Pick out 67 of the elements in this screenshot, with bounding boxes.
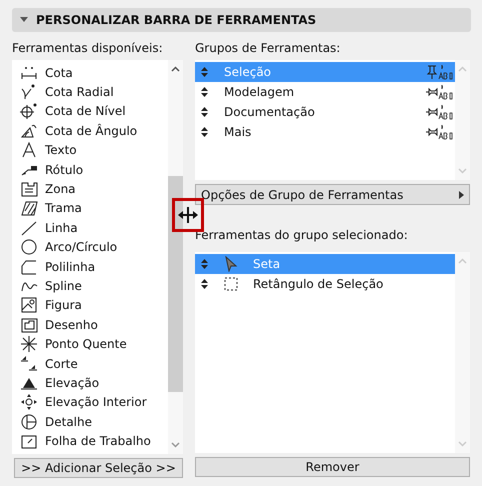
section-mark-icon [20,354,38,373]
tool-item[interactable]: Polilinha [45,258,96,276]
tool-item[interactable]: Zona [45,180,76,198]
tool-item[interactable]: Rótulo [45,160,84,179]
pointer-arrow-icon [224,256,238,272]
circle-icon [20,238,38,256]
tool-item[interactable]: Spline [45,276,82,295]
tool-item[interactable]: Detalhe [45,412,92,431]
tool-item[interactable]: Cota de Nível [45,102,126,120]
tool-item[interactable]: Cota Radial [45,83,114,102]
unpinned-icon[interactable] [425,84,453,100]
expand-arrow-icon[interactable] [20,17,28,23]
section-header[interactable]: PERSONALIZAR BARRA DE FERRAMENTAS [12,8,471,32]
letter-a-icon [20,141,38,160]
list-label: Ferramentas disponíveis: [12,40,164,56]
list-label: Grupos de Ferramentas: [195,40,342,56]
group-label: Seleção [224,64,272,81]
reorder-handle-icon[interactable] [201,259,208,269]
zone-stamp-icon [20,180,38,198]
tool-label: Seta [253,256,280,273]
figure-icon [20,296,38,314]
group-label: Modelagem [224,84,296,101]
tool-item[interactable]: Ponto Quente [45,335,127,354]
asterisk-icon [20,335,38,354]
group-options-bar[interactable]: Opções de Grupo de Ferramentas [195,184,470,205]
tool-item[interactable]: Figura [45,296,82,314]
tool-item[interactable]: Texto [45,141,77,160]
scrollbar[interactable] [168,60,183,454]
scroll-down-icon[interactable] [171,442,180,448]
detail-circle-icon [20,412,38,431]
tool-item[interactable]: Folha de Trabalho [45,432,151,450]
drawing-icon [20,316,38,334]
unpinned-icon[interactable] [425,124,453,140]
options-label: Opções de Grupo de Ferramentas [201,186,404,204]
tool-item[interactable]: Desenho [45,316,98,334]
group-label: Mais [224,124,252,141]
reorder-handle-icon[interactable] [201,87,208,97]
hatch-icon [20,199,38,218]
reorder-handle-icon[interactable] [201,107,208,117]
interior-elevation-icon [20,393,38,412]
unpinned-icon[interactable] [425,104,453,120]
reorder-handle-icon[interactable] [201,67,208,77]
tool-item[interactable]: Trama [45,199,82,218]
dashed-rectangle-icon [224,277,238,291]
reorder-handle-icon[interactable] [201,279,208,289]
tool-item[interactable]: Corte [45,354,78,373]
scroll-thumb[interactable] [168,176,183,392]
line-icon [20,218,38,237]
polyline-icon [20,258,38,276]
remove-button[interactable]: Remover [195,457,470,477]
group-label: Documentação [224,104,316,121]
level-dimension-icon [20,102,38,120]
scroll-up-icon[interactable] [171,66,180,72]
tool-item[interactable]: Arco/Círculo [45,238,118,256]
tool-item[interactable]: Linha [45,218,78,237]
reorder-handle-icon[interactable] [201,127,208,137]
section-title: PERSONALIZAR BARRA DE FERRAMENTAS [36,12,316,29]
tool-item[interactable]: Elevação Interior [45,393,147,412]
list-label: Ferramentas do grupo selecionado: [195,227,409,243]
tool-label: Retângulo de Seleção [253,276,384,293]
expand-arrow-icon[interactable] [459,190,464,198]
tool-item[interactable]: Cota de Ângulo [45,122,138,140]
add-selection-button[interactable]: >> Adicionar Seleção >> [14,458,183,478]
tool-item[interactable]: Elevação [45,374,100,392]
resize-cursor-icon[interactable] [178,205,198,225]
tool-item[interactable]: Cota [45,64,73,82]
pinned-icon[interactable] [425,64,453,80]
